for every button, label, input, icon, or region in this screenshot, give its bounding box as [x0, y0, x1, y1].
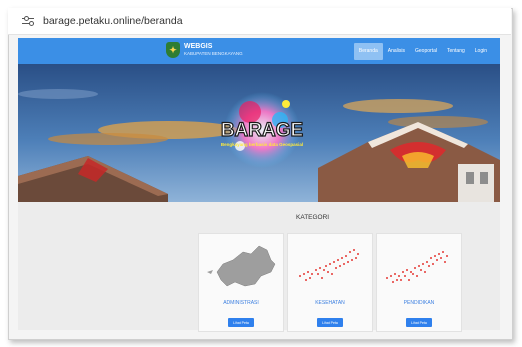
nav-menu: Beranda Analisis Geoportal Tentang Login	[353, 38, 492, 64]
nav-geoportal[interactable]: Geoportal	[410, 38, 442, 64]
nav-analisis[interactable]: Analisis	[383, 38, 410, 64]
card-label: PENDIDIKAN	[403, 300, 435, 306]
nav-beranda[interactable]: Beranda	[353, 42, 383, 60]
pendidikan-map-icon	[386, 251, 448, 283]
top-navbar: ✦ WEBGIS KABUPATEN BENGKAYANG Beranda An…	[18, 38, 500, 64]
administrasi-map-icon	[207, 245, 276, 287]
section-title: KATEGORI	[296, 214, 330, 221]
url-text[interactable]: barage.petaku.online/beranda	[43, 15, 183, 27]
category-card-administrasi[interactable]: ADMINISTRASI Lihat Peta	[198, 233, 284, 332]
nav-login[interactable]: Login	[470, 38, 492, 64]
regency-logo-icon: ✦	[166, 42, 180, 58]
address-bar[interactable]: barage.petaku.online/beranda	[8, 8, 511, 35]
category-card-pendidikan[interactable]: PENDIDIKAN Lihat Peta	[376, 233, 462, 332]
lihat-peta-button[interactable]: Lihat Peta	[228, 318, 254, 327]
card-label: ADMINISTRASI	[223, 300, 259, 306]
category-card-kesehatan[interactable]: KESEHATAN Lihat Peta	[287, 233, 373, 332]
hero-image: BARAGE Bengkayang berbasis data Geospasi…	[18, 64, 500, 202]
hero-tagline: Bengkayang berbasis data Geospasial	[221, 142, 303, 147]
brand-title: WEBGIS	[184, 43, 213, 50]
lihat-peta-button[interactable]: Lihat Peta	[406, 318, 432, 327]
nav-tentang[interactable]: Tentang	[442, 38, 470, 64]
card-label: KESEHATAN	[315, 300, 345, 306]
brand-subtitle: KABUPATEN BENGKAYANG	[184, 51, 243, 56]
hero-banner: BARAGE Bengkayang berbasis data Geospasi…	[18, 64, 500, 202]
site-settings-icon[interactable]	[22, 16, 34, 26]
brand[interactable]: ✦ WEBGIS KABUPATEN BENGKAYANG	[166, 42, 243, 58]
hero-logo-text: BARAGE	[221, 120, 303, 141]
lihat-peta-button[interactable]: Lihat Peta	[317, 318, 343, 327]
kesehatan-map-icon	[299, 249, 359, 281]
